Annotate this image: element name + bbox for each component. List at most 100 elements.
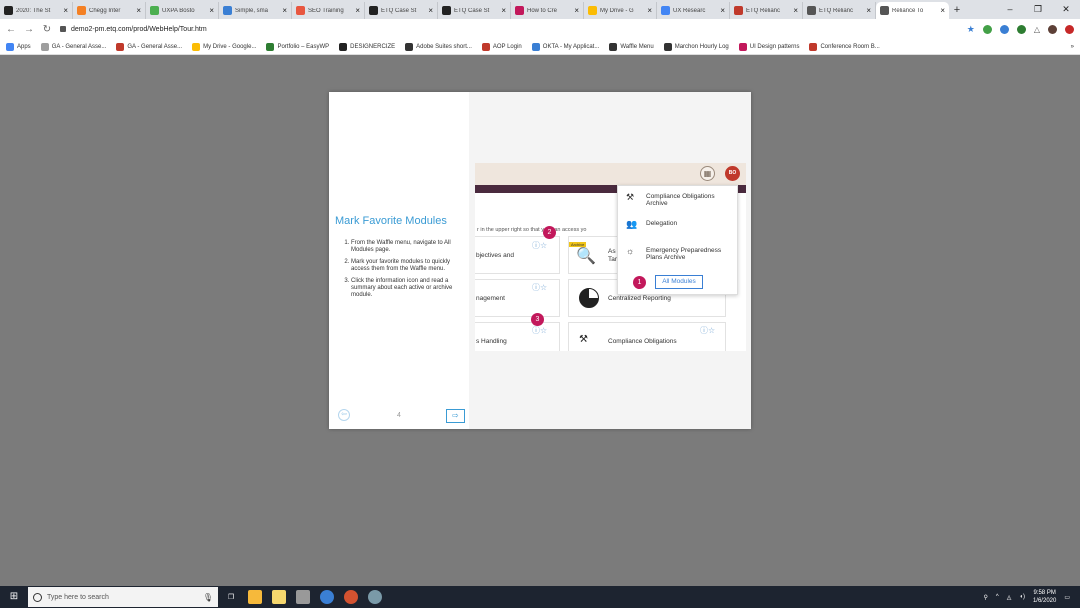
show-hidden-icons[interactable]: ^ <box>996 594 999 600</box>
task-view-icon[interactable]: ❐ <box>224 590 238 604</box>
bookmark-item[interactable]: GA - General Asse... <box>40 42 106 51</box>
extension-red-icon[interactable] <box>1065 24 1074 34</box>
maximize-button[interactable]: ❐ <box>1024 0 1052 18</box>
bookmark-item[interactable]: OKTA - My Applicat... <box>531 42 599 51</box>
browser-tab[interactable]: My Drive - G × <box>584 2 657 19</box>
bookmark-item[interactable]: Conference Room B... <box>809 42 880 51</box>
bookmark-item[interactable]: GA - General Asse... <box>116 42 182 51</box>
avatar[interactable]: BO <box>725 166 740 181</box>
people-tray-icon[interactable]: ⚲ <box>983 594 987 601</box>
tab-favicon-icon <box>442 6 451 15</box>
info-favorite-icons[interactable]: ⓘ☆ <box>532 325 547 336</box>
browser-tab[interactable]: Chegg Inter × <box>73 2 146 19</box>
bookmark-item[interactable]: AOP Login <box>481 42 522 51</box>
window-controls: – ❐ ✕ <box>996 0 1080 18</box>
bookmark-item[interactable]: Apps <box>6 42 31 51</box>
info-favorite-icons[interactable]: ⓘ☆ <box>532 282 547 293</box>
tab-close-icon[interactable]: × <box>355 6 360 15</box>
bookmark-item[interactable]: Waffle Menu <box>609 42 654 51</box>
bookmark-favicon-icon <box>405 42 414 51</box>
tab-close-icon[interactable]: × <box>282 6 287 15</box>
tab-favicon-icon <box>4 6 13 15</box>
dropdown-item-delegation[interactable]: 👥 Delegation <box>618 220 739 229</box>
volume-icon[interactable]: ◖) <box>1019 594 1025 600</box>
clock[interactable]: 9:58 PM 1/6/2020 <box>1033 589 1056 605</box>
bookmark-item[interactable]: Adobe Suites short... <box>405 42 472 51</box>
microphone-icon[interactable]: 🎙 <box>203 593 213 602</box>
browser-tab-bar: 2020: The St × Chegg Inter × UXPA Bosto × Simp… <box>0 0 1080 19</box>
system-tray: ⚲ ^ ◬ ◖) 9:58 PM 1/6/2020 ▭ <box>983 586 1070 608</box>
tab-close-icon[interactable]: × <box>63 6 68 15</box>
bookmark-item[interactable]: UI Design patterns <box>738 42 799 51</box>
tab-favicon-icon <box>880 6 889 15</box>
waffle-menu-icon[interactable]: ▦ <box>700 166 715 181</box>
step-badge-2: 2 <box>543 226 556 239</box>
back-icon[interactable]: ← <box>6 24 16 35</box>
taskbar-search-input[interactable]: Type here to search 🎙 <box>28 587 218 607</box>
tool-icon[interactable] <box>368 590 382 604</box>
minimize-button[interactable]: – <box>996 0 1024 18</box>
extension-blue-icon[interactable] <box>999 24 1009 34</box>
module-card[interactable]: bjectives and ⓘ☆ <box>475 236 560 274</box>
module-card[interactable]: s Handling ⓘ☆ <box>475 322 560 351</box>
profile-icon[interactable] <box>1048 24 1057 34</box>
reload-icon[interactable]: ↻ <box>42 24 52 35</box>
taskbar-app-icons: ❐ <box>224 590 382 604</box>
tab-close-icon[interactable]: × <box>501 6 506 15</box>
bookmark-item[interactable]: Portfolio – EasyWP <box>266 42 329 51</box>
tab-close-icon[interactable]: × <box>428 6 433 15</box>
tab-close-icon[interactable]: × <box>574 6 579 15</box>
url-field[interactable]: demo2-pm.etq.com/prod/WebHelp/Tour.htm <box>60 22 959 37</box>
info-favorite-icons[interactable]: ⓘ☆ <box>532 240 547 251</box>
close-window-button[interactable]: ✕ <box>1052 0 1080 18</box>
step-list: From the Waffle menu, navigate to All Mo… <box>341 240 459 304</box>
browser-tab[interactable]: SEO Training × <box>292 2 365 19</box>
notifications-icon[interactable]: ▭ <box>1064 594 1070 601</box>
network-icon[interactable]: ◬ <box>1007 594 1012 601</box>
module-card[interactable]: nagement ⓘ☆ <box>475 279 560 317</box>
browser-tab[interactable]: UX Researc × <box>657 2 730 19</box>
windows-start-icon[interactable]: ⊞ <box>0 586 28 608</box>
warning-icon[interactable]: △ <box>1034 25 1040 34</box>
forward-icon[interactable]: → <box>24 24 34 35</box>
browser-tab[interactable]: 2020: The St × <box>0 2 73 19</box>
tab-close-icon[interactable]: × <box>209 6 214 15</box>
star-icon[interactable]: ★ <box>967 24 975 35</box>
chrome-icon[interactable] <box>320 590 334 604</box>
bookmark-favicon-icon <box>116 42 125 51</box>
dropdown-item-emergency-archive[interactable]: ☼ Emergency Preparedness Plans Archive <box>618 247 739 262</box>
tab-close-icon[interactable]: × <box>720 6 725 15</box>
browser-tab[interactable]: UXPA Bosto × <box>146 2 219 19</box>
new-tab-button[interactable]: + <box>949 2 965 19</box>
browser-tab[interactable]: How to Cre × <box>511 2 584 19</box>
extension-green-icon[interactable] <box>982 24 992 34</box>
bookmarks-more-icon[interactable]: » <box>1071 44 1074 50</box>
tab-close-icon[interactable]: × <box>793 6 798 15</box>
bookmark-item[interactable]: My Drive - Google... <box>192 42 256 51</box>
browser-tab[interactable]: ETQ Relianc × <box>730 2 803 19</box>
previous-slide-button[interactable]: ⇦ <box>338 409 350 421</box>
file-explorer-icon[interactable] <box>272 590 286 604</box>
bookmark-item[interactable]: DESIGNERCIZE <box>339 42 395 51</box>
browser-tab[interactable]: ETQ Case St × <box>365 2 438 19</box>
next-slide-button[interactable]: ⇨ <box>446 409 465 423</box>
app-icon[interactable] <box>296 590 310 604</box>
powerpoint-icon[interactable] <box>344 590 358 604</box>
info-favorite-icons[interactable]: ⓘ☆ <box>700 325 715 336</box>
address-bar: ← → ↻ demo2-pm.etq.com/prod/WebHelp/Tour… <box>0 19 1080 39</box>
module-card[interactable]: ⚒ Compliance Obligations ⓘ☆ <box>568 322 726 351</box>
dropdown-item-compliance-archive[interactable]: ⚒ Compliance Obligations Archive <box>618 193 739 208</box>
all-modules-button[interactable]: All Modules <box>655 275 703 289</box>
browser-tab[interactable]: ETQ Case St × <box>438 2 511 19</box>
bookmark-item[interactable]: Marchon Hourly Log <box>663 42 729 51</box>
tab-close-icon[interactable]: × <box>866 6 871 15</box>
browser-tab[interactable]: Reliance To × <box>876 2 949 19</box>
browser-tab[interactable]: Simple, sma × <box>219 2 292 19</box>
tab-close-icon[interactable]: × <box>940 6 945 15</box>
browser-tab[interactable]: ETQ Relianc × <box>803 2 876 19</box>
tab-close-icon[interactable]: × <box>136 6 141 15</box>
tab-close-icon[interactable]: × <box>647 6 652 15</box>
extension-tree-icon[interactable] <box>1016 24 1026 34</box>
tab-favicon-icon <box>515 6 524 15</box>
store-icon[interactable] <box>248 590 262 604</box>
